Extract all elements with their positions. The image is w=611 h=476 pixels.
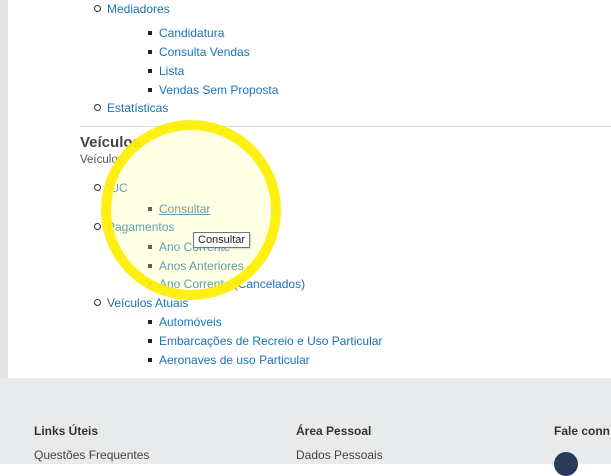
section-divider xyxy=(80,126,611,127)
square-bullet-icon xyxy=(148,68,152,73)
menu-item-aeronaves[interactable]: Aeronaves de uso Particular xyxy=(148,353,310,368)
square-bullet-icon xyxy=(148,244,152,249)
circle-bullet-icon xyxy=(94,104,101,112)
contact-icon[interactable] xyxy=(554,452,578,476)
circle-bullet-icon xyxy=(94,5,101,13)
section-title: Veículos xyxy=(80,134,141,151)
square-bullet-icon xyxy=(148,49,152,54)
menu-item-ano-corrente-cancelados[interactable]: Ano Corrente (Cancelados) xyxy=(148,277,305,292)
circle-bullet-icon xyxy=(94,184,101,192)
menu-item-candidatura[interactable]: Candidatura xyxy=(148,26,224,41)
menu-item-consultar[interactable]: Consultar xyxy=(148,202,210,217)
footer-area-title: Área Pessoal xyxy=(296,424,372,438)
footer-link-dados-pessoais[interactable]: Dados Pessoais xyxy=(296,448,383,462)
menu-item-pagamentos[interactable]: Pagamentos xyxy=(94,220,174,235)
square-bullet-icon xyxy=(148,263,152,268)
section-subtitle: Veículos xyxy=(80,154,124,166)
menu-item-veiculos-atuais[interactable]: Veículos Atuais xyxy=(94,296,188,311)
menu-item-anos-anteriores[interactable]: Anos Anteriores xyxy=(148,259,244,274)
left-rail xyxy=(0,0,8,378)
footer-contact-title: Fale conn xyxy=(554,424,611,438)
square-bullet-icon xyxy=(148,30,152,35)
menu-item-embarcacoes[interactable]: Embarcações de Recreio e Uso Particular xyxy=(148,334,382,349)
menu-item-mediadores[interactable]: Mediadores xyxy=(94,2,170,17)
footer-links-title: Links Úteis xyxy=(34,424,99,438)
square-bullet-icon xyxy=(148,357,152,362)
tooltip: Consultar xyxy=(193,232,251,248)
menu-item-consulta-vendas[interactable]: Consulta Vendas xyxy=(148,45,250,60)
square-bullet-icon xyxy=(148,87,152,92)
square-bullet-icon xyxy=(148,338,152,343)
menu-item-lista[interactable]: Lista xyxy=(148,64,184,79)
square-bullet-icon xyxy=(148,281,152,286)
menu-item-iuc[interactable]: IUC xyxy=(94,181,128,196)
menu-item-automoveis[interactable]: Automóveis xyxy=(148,315,222,330)
menu-item-estatisticas[interactable]: Estatísticas xyxy=(94,101,168,116)
footer-link-faq[interactable]: Questões Frequentes xyxy=(34,448,149,462)
menu-item-vendas-sem-proposta[interactable]: Vendas Sem Proposta xyxy=(148,83,278,98)
circle-bullet-icon xyxy=(94,299,101,307)
square-bullet-icon xyxy=(148,206,152,211)
square-bullet-icon xyxy=(148,319,152,324)
circle-bullet-icon xyxy=(94,223,101,231)
